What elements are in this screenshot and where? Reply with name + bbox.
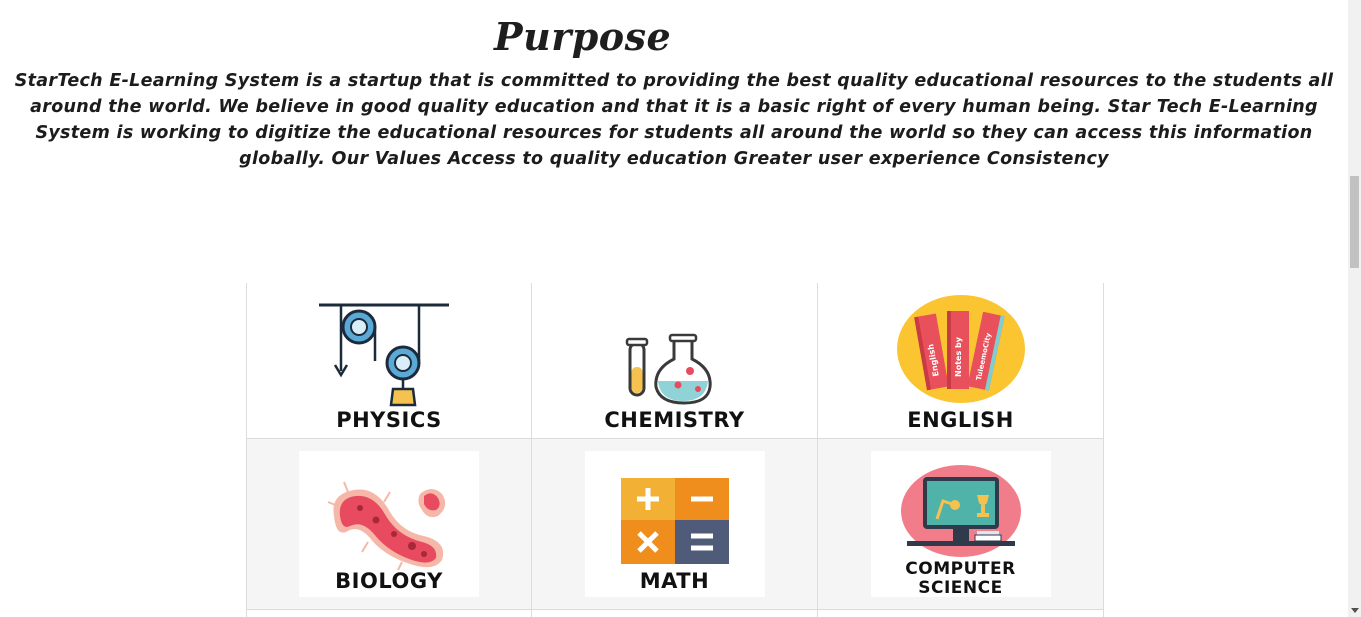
books-icon: English Notes by TuleemoCity — [896, 294, 1025, 403]
math-tile[interactable]: MATH — [584, 451, 765, 597]
computer-science-label-line1: COMPUTER — [905, 559, 1016, 579]
chemistry-label: CHEMISTRY — [604, 407, 745, 432]
subject-cell-row3-2 — [532, 610, 818, 617]
subject-cell-row3-1 — [247, 610, 532, 617]
vertical-scrollbar[interactable] — [1348, 0, 1361, 617]
pulley-icon — [319, 303, 449, 406]
subject-cell-biology: BIOLOGY — [247, 439, 532, 610]
subject-cell-row3-3 — [818, 610, 1103, 617]
english-tile[interactable]: English Notes by TuleemoCity ENGLISH — [861, 286, 1061, 436]
math-label: MATH — [639, 569, 710, 593]
physics-label: PHYSICS — [336, 407, 442, 432]
scroll-down-arrow-icon[interactable] — [1351, 608, 1359, 613]
purpose-paragraph: StarTech E-Learning System is a startup … — [14, 71, 1334, 169]
subjects-grid: PHYSICS CHEMISTRY English Notes by Tulee… — [246, 283, 1104, 617]
subject-cell-chemistry: CHEMISTRY — [532, 283, 818, 439]
subject-cell-physics: PHYSICS — [247, 283, 532, 439]
computer-science-label-line2: SCIENCE — [918, 578, 1003, 598]
computer-desk-icon — [900, 465, 1021, 557]
math-operators-icon — [620, 478, 729, 564]
book-spine-notes: Notes by — [954, 336, 963, 377]
biology-tile[interactable]: BIOLOGY — [299, 451, 479, 597]
computer-science-tile[interactable]: COMPUTER SCIENCE — [870, 451, 1051, 598]
bacteria-icon — [327, 481, 446, 571]
subject-cell-math: MATH — [532, 439, 818, 610]
page-heading: Purpose — [494, 14, 672, 59]
english-label: ENGLISH — [907, 407, 1014, 432]
biology-label: BIOLOGY — [335, 569, 443, 593]
chemistry-tile[interactable]: CHEMISTRY — [575, 286, 775, 436]
physics-tile[interactable]: PHYSICS — [289, 286, 489, 436]
subject-cell-english: English Notes by TuleemoCity ENGLISH — [818, 283, 1103, 439]
subject-cell-computer-science: COMPUTER SCIENCE — [818, 439, 1103, 610]
flask-icon — [625, 333, 712, 405]
scrollbar-thumb[interactable] — [1350, 176, 1359, 268]
